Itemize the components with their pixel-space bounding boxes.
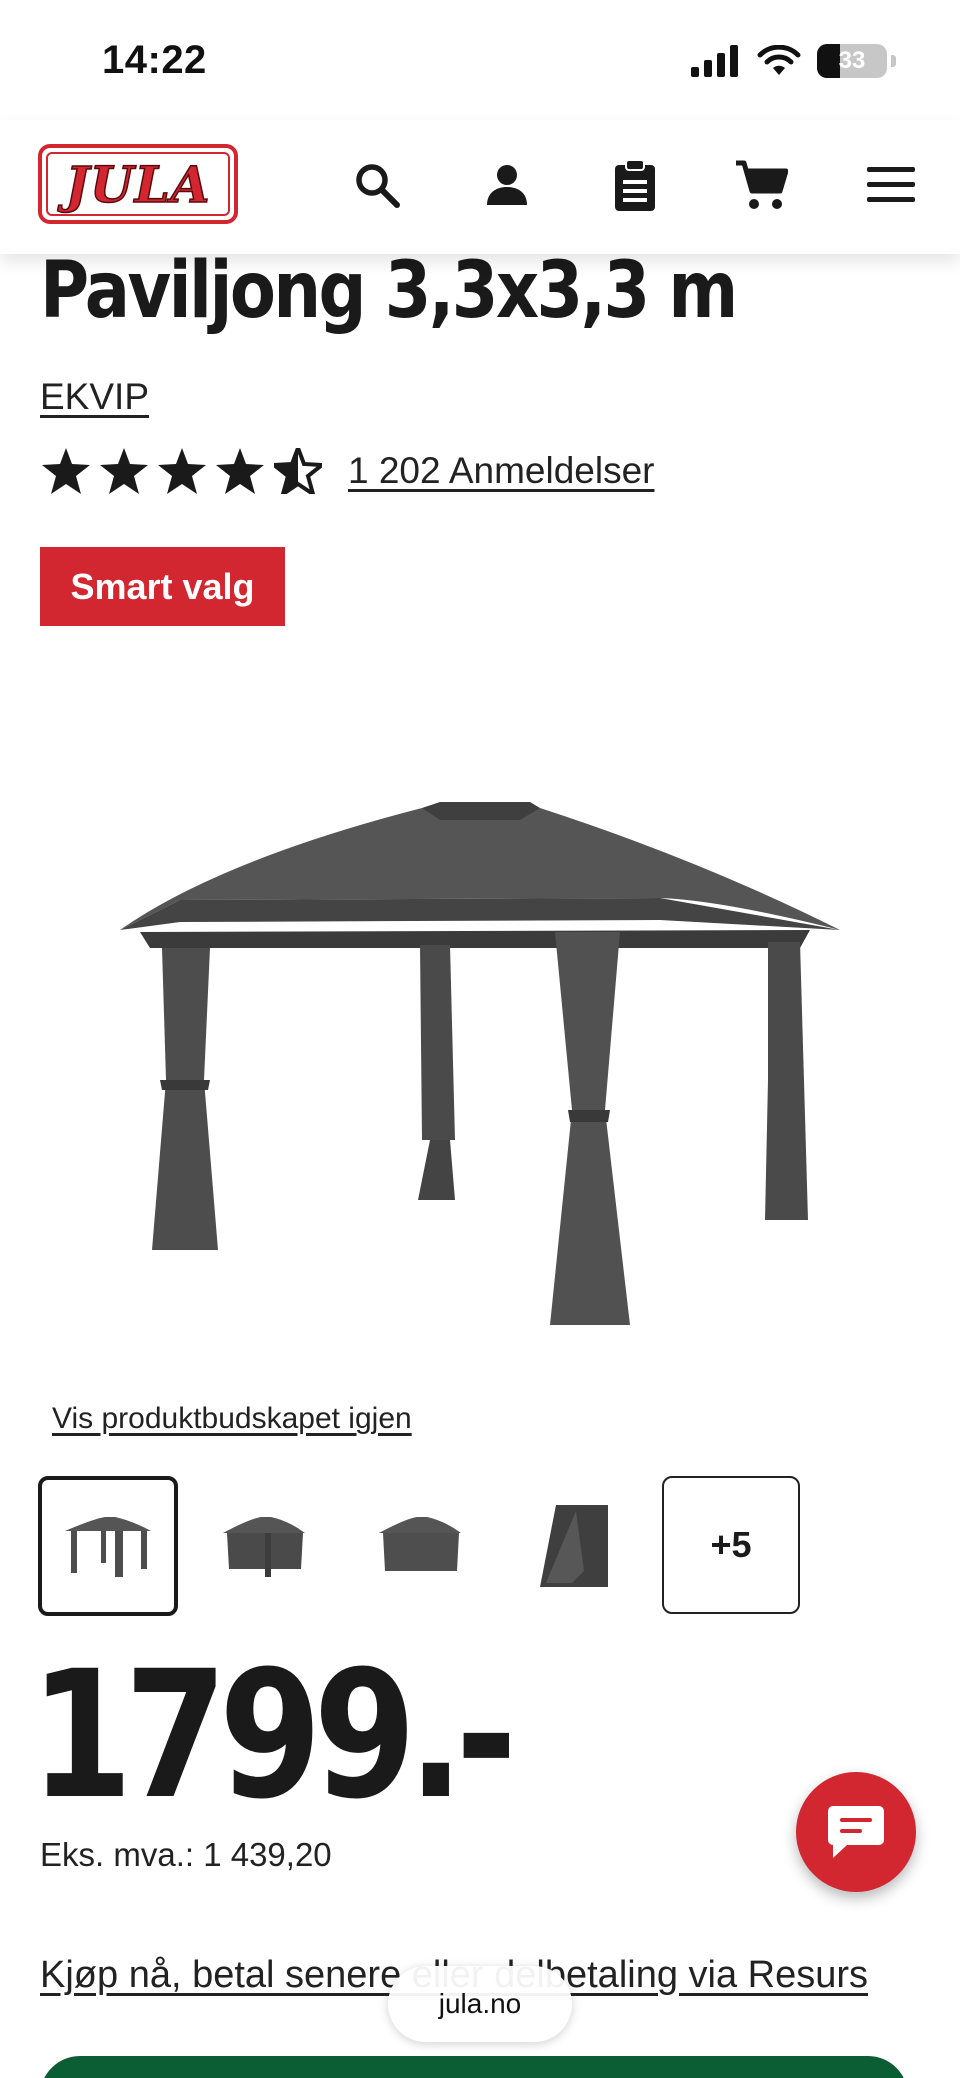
status-time: 14:22 xyxy=(102,38,207,82)
more-images-button[interactable]: +5 xyxy=(662,1476,800,1614)
chat-icon xyxy=(828,1806,884,1858)
product-price: 1799.- xyxy=(30,1633,517,1838)
logo-text: JULA xyxy=(65,154,211,215)
status-icons: 33 xyxy=(691,44,896,78)
star-full-icon xyxy=(158,448,206,494)
battery-level: 33 xyxy=(838,47,866,74)
cart-icon[interactable] xyxy=(732,156,790,214)
rating-stars xyxy=(42,448,322,494)
menu-icon[interactable] xyxy=(862,156,920,214)
site-header: JULA xyxy=(0,120,960,254)
replay-product-message-link[interactable]: Vis produktbudskapet igjen xyxy=(52,1402,412,1436)
star-half-icon xyxy=(274,448,322,494)
product-title: Paviljong 3,3x3,3 m xyxy=(40,246,738,336)
star-full-icon xyxy=(216,448,264,494)
smart-choice-badge: Smart valg xyxy=(40,547,285,626)
price-excl-vat: Eks. mva.: 1 439,20 xyxy=(40,1836,332,1873)
reviews-link[interactable]: 1 202 Anmeldelser xyxy=(348,450,654,492)
product-image[interactable] xyxy=(100,780,860,1340)
thumbnail-gallery: +5 xyxy=(38,1476,816,1616)
thumbnail-3[interactable] xyxy=(350,1476,490,1616)
wifi-icon xyxy=(757,45,801,75)
search-icon[interactable] xyxy=(348,156,406,214)
thumbnail-4[interactable] xyxy=(506,1476,646,1616)
brand-link[interactable]: EKVIP xyxy=(40,376,149,418)
chat-button[interactable] xyxy=(796,1772,916,1892)
shopping-list-icon[interactable] xyxy=(606,156,664,214)
status-bar: 14:22 33 xyxy=(0,0,960,120)
star-full-icon xyxy=(42,448,90,494)
rating-row[interactable]: 1 202 Anmeldelser xyxy=(42,448,654,494)
account-icon[interactable] xyxy=(478,156,536,214)
battery-icon: 33 xyxy=(817,44,887,78)
star-full-icon xyxy=(100,448,148,494)
jula-logo[interactable]: JULA xyxy=(38,144,238,224)
cellular-signal-icon xyxy=(691,45,738,77)
browser-url-bar[interactable]: jula.no xyxy=(388,1966,572,2042)
thumbnail-1[interactable] xyxy=(38,1476,178,1616)
buy-button[interactable] xyxy=(40,2056,908,2078)
thumbnail-2[interactable] xyxy=(194,1476,334,1616)
